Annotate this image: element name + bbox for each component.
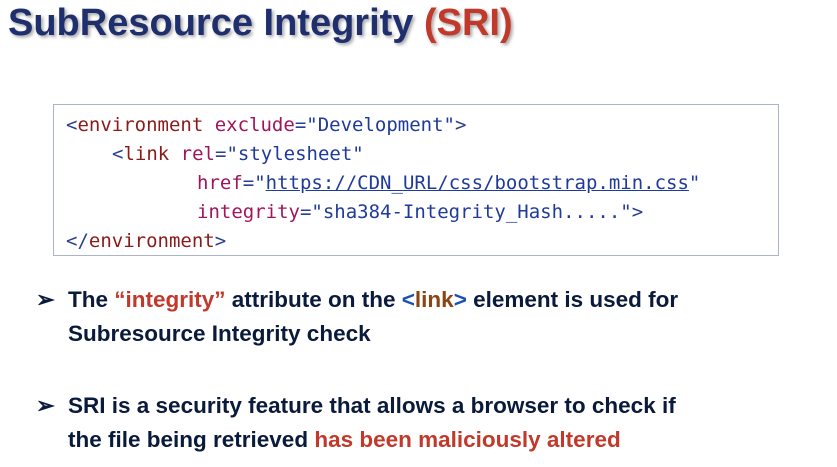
code-punct: > (631, 201, 644, 223)
bullet-text: attribute on the (225, 287, 402, 312)
code-line-4: integrity="sha384-Integrity_Hash....."> (197, 200, 643, 224)
code-line-2: <link rel="stylesheet" (112, 142, 364, 166)
code-punct: < (112, 143, 124, 165)
bullet-text: element is used for (466, 287, 679, 312)
bullet-sri-feature: ➢ SRI is a security feature that allows a… (36, 389, 676, 457)
code-value: "Development" (306, 114, 455, 136)
code-block: <environment exclude="Development"> <lin… (53, 104, 779, 256)
arrow-bullet-icon: ➢ (36, 393, 55, 418)
code-tag: environment (77, 114, 204, 136)
bullet-line: ➢ The “integrity” attribute on the <link>… (36, 283, 678, 317)
arrow-bullet-icon: ➢ (36, 287, 55, 312)
bullet-text: the file being retrieved (68, 427, 315, 452)
slide-title-main: SubResource Integrity (8, 2, 424, 44)
bullet-integrity-attribute: ➢ The “integrity” attribute on the <link>… (36, 283, 678, 351)
code-value: "stylesheet" (226, 143, 364, 165)
code-punct: = (214, 143, 227, 165)
code-attr: integrity (197, 201, 300, 223)
code-url-link[interactable]: https://CDN_URL/css/bootstrap.min.css (266, 172, 689, 194)
code-line-3: href="https://CDN_URL/css/bootstrap.min.… (197, 171, 700, 195)
bullet-line: the file being retrieved has been malici… (36, 423, 676, 457)
code-punct: = (294, 114, 307, 136)
code-punct: = (299, 201, 312, 223)
code-tag: link (123, 143, 170, 165)
highlight-bracket: < (401, 287, 415, 312)
code-punct: > (454, 114, 467, 136)
bullet-line: ➢ SRI is a security feature that allows a… (36, 389, 676, 423)
code-attr: exclude (203, 114, 295, 136)
bullet-text: The (68, 287, 115, 312)
code-tag: environment (88, 230, 215, 252)
code-attr: href (197, 172, 243, 194)
code-punct: > (214, 230, 227, 252)
slide-title: SubResource Integrity (SRI) (8, 2, 513, 45)
bullet-line: Subresource Integrity check (68, 321, 371, 346)
code-punct: < (66, 114, 78, 136)
code-line-5: </environment> (66, 229, 226, 253)
highlight-bracket: > (453, 287, 467, 312)
code-punct: </ (66, 230, 89, 252)
highlight-integrity: “integrity” (114, 287, 226, 312)
slide-title-accent: (SRI) (423, 2, 513, 44)
code-value: " (254, 172, 266, 194)
code-value: "sha384-Integrity_Hash....." (311, 201, 632, 223)
code-attr: rel (169, 143, 215, 165)
code-line-1: <environment exclude="Development"> (66, 113, 466, 137)
code-punct: = (242, 172, 255, 194)
highlight-link-tag: link (414, 287, 454, 312)
code-value: " (688, 172, 701, 194)
highlight-maliciously-altered: has been maliciously altered (314, 427, 621, 452)
bullet-text: SRI is a security feature that allows a … (68, 393, 676, 418)
